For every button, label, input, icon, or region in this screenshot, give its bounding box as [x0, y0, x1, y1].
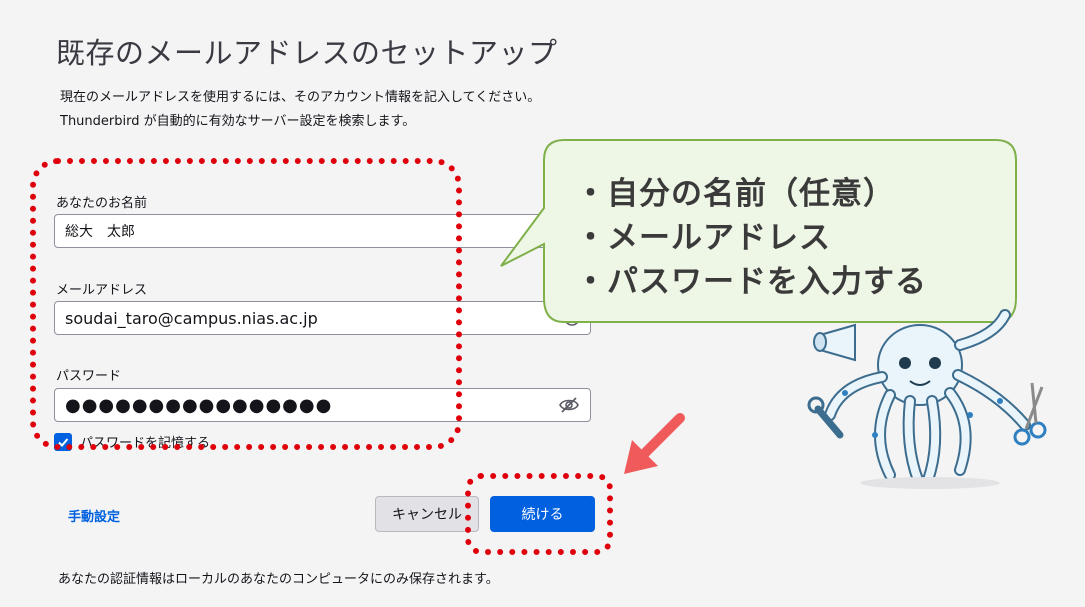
callout-line-2: ・メールアドレス — [575, 220, 831, 256]
footer-note: あなたの認証情報はローカルのあなたのコンピュータにのみ保存されます。 — [58, 572, 499, 587]
manual-config-link[interactable]: 手動設定 — [68, 506, 120, 525]
description-line-1: 現在のメールアドレスを使用するには、そのアカウント情報を記入してください。 — [60, 90, 541, 105]
description-line-2: Thunderbird が自動的に有効なサーバー設定を検索します。 — [60, 114, 416, 129]
callout-line-1: ・自分の名前（任意） — [575, 176, 895, 212]
pointer-arrow-icon — [624, 413, 685, 474]
mascot-illustration — [807, 309, 1047, 489]
eye-slash-icon[interactable] — [558, 395, 580, 415]
form-highlight-outline — [30, 158, 462, 450]
page-title: 既存のメールアドレスのセットアップ — [56, 36, 558, 70]
cancel-button[interactable]: キャンセル — [375, 496, 479, 532]
callout-line-3: ・パスワードを入力する — [575, 264, 927, 300]
continue-highlight-outline — [465, 473, 613, 555]
